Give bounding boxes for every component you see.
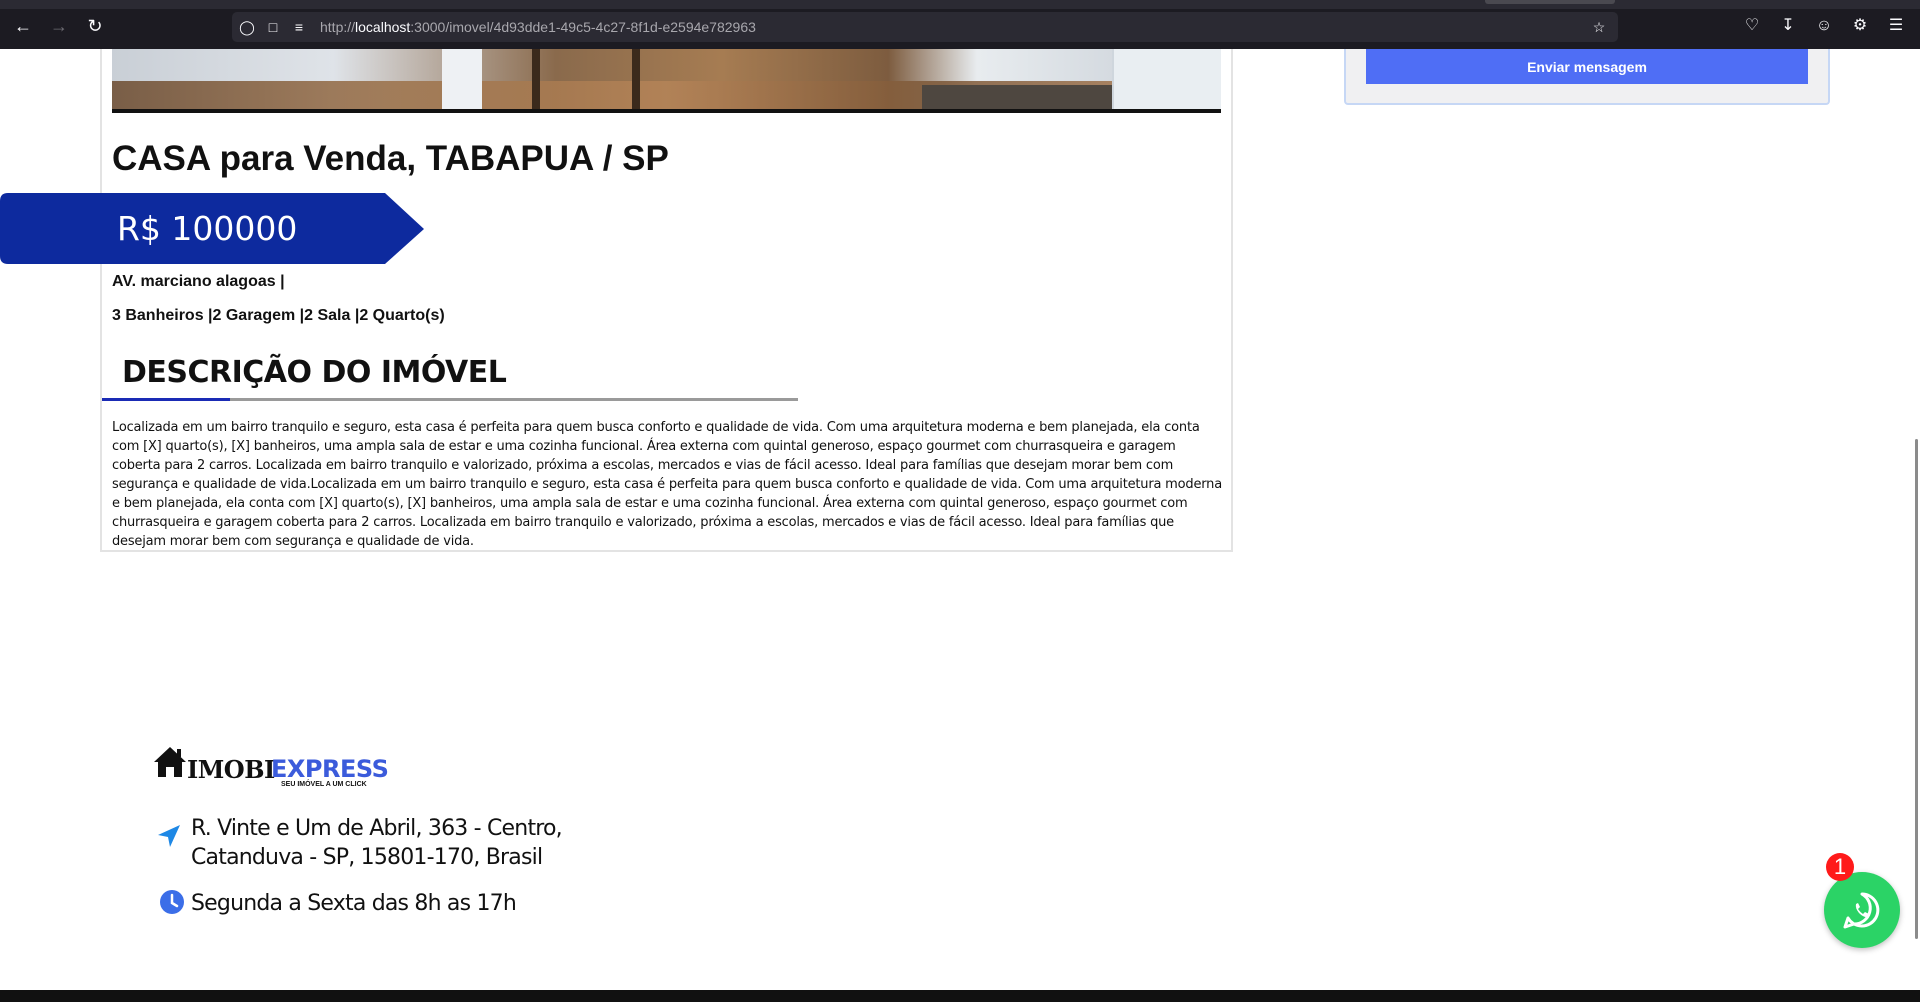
- listing-address: AV. marciano alagoas |: [112, 273, 285, 290]
- url-bar[interactable]: ◯ □ ≡ http://localhost:3000/imovel/4d93d…: [232, 12, 1618, 42]
- url-host: localhost: [355, 19, 411, 35]
- photo-doormat: [922, 85, 1112, 111]
- description-heading: DESCRIÇÃO DO IMÓVEL: [122, 355, 507, 390]
- url-prefix: http://: [320, 19, 356, 35]
- imobiexpress-logo[interactable]: IMOBI EXPRESS SEU IMÓVEL A UM CLICK: [153, 743, 393, 793]
- reload-icon[interactable]: ↻: [83, 14, 107, 38]
- scrollbar-thumb[interactable]: [1915, 439, 1918, 939]
- tab-strip-edge: [0, 0, 1920, 9]
- location-arrow-icon: [158, 825, 180, 847]
- back-arrow-icon[interactable]: ←: [11, 14, 35, 38]
- listing-title: CASA para Venda, TABAPUA / SP: [112, 139, 669, 178]
- extensions-icon[interactable]: ⚙: [1848, 14, 1872, 38]
- listing-price: R$ 100000: [117, 209, 298, 248]
- send-message-button[interactable]: Enviar mensagem: [1366, 49, 1808, 84]
- footer-hours: Segunda a Sexta das 8h as 17h: [191, 891, 517, 916]
- url-text[interactable]: http://localhost:3000/imovel/4d93dde1-49…: [320, 19, 756, 35]
- tab-indicator[interactable]: [1485, 0, 1615, 4]
- house-icon: [154, 747, 186, 777]
- browser-toolbar: ← → ↻ ◯ □ ≡ http://localhost:3000/imovel…: [0, 0, 1920, 49]
- section-divider-accent: [102, 398, 230, 401]
- url-path: :3000/imovel/4d93dde1-49c5-4c27-8f1d-e25…: [410, 19, 756, 35]
- listing-features: 3 Banheiros |2 Garagem |2 Sala |2 Quarto…: [112, 307, 445, 324]
- logo-tagline: SEU IMÓVEL A UM CLICK: [281, 781, 367, 788]
- photo-chair-leg: [532, 49, 540, 111]
- whatsapp-icon: [1843, 892, 1880, 929]
- permissions-icon[interactable]: ≡: [290, 18, 308, 36]
- menu-icon[interactable]: ☰: [1884, 14, 1908, 38]
- logo-text-accent: EXPRESS: [271, 755, 389, 783]
- photo-column: [442, 49, 482, 111]
- whatsapp-button[interactable]: [1824, 872, 1900, 948]
- clock-icon: [160, 890, 184, 914]
- logo-text-main: IMOBI: [187, 755, 275, 784]
- page-scrollbar[interactable]: [1910, 49, 1920, 992]
- footer-address-line2: Catanduva - SP, 15801-170, Brasil: [191, 845, 543, 870]
- property-photo[interactable]: [112, 49, 1221, 111]
- pocket-icon[interactable]: ♡: [1740, 14, 1764, 38]
- account-icon[interactable]: ☺: [1812, 14, 1836, 38]
- notification-badge: 1: [1826, 853, 1854, 881]
- photo-border: [112, 109, 1221, 113]
- footer-address-line1: R. Vinte e Um de Abril, 363 - Centro,: [191, 816, 563, 841]
- page-content: CASA para Venda, TABAPUA / SP R$ 100000 …: [0, 49, 1920, 1002]
- photo-door: [1112, 49, 1221, 111]
- listing-description: Localizada em um bairro tranquilo e segu…: [112, 420, 1222, 549]
- downloads-icon[interactable]: ↧: [1776, 14, 1800, 38]
- bookmark-star-icon[interactable]: ☆: [1590, 18, 1608, 36]
- forward-arrow-icon[interactable]: →: [47, 14, 71, 38]
- shield-icon[interactable]: ◯: [238, 18, 256, 36]
- page-bottom-bar: [0, 990, 1920, 1002]
- page-icon[interactable]: □: [264, 18, 282, 36]
- photo-chair-leg: [632, 49, 640, 111]
